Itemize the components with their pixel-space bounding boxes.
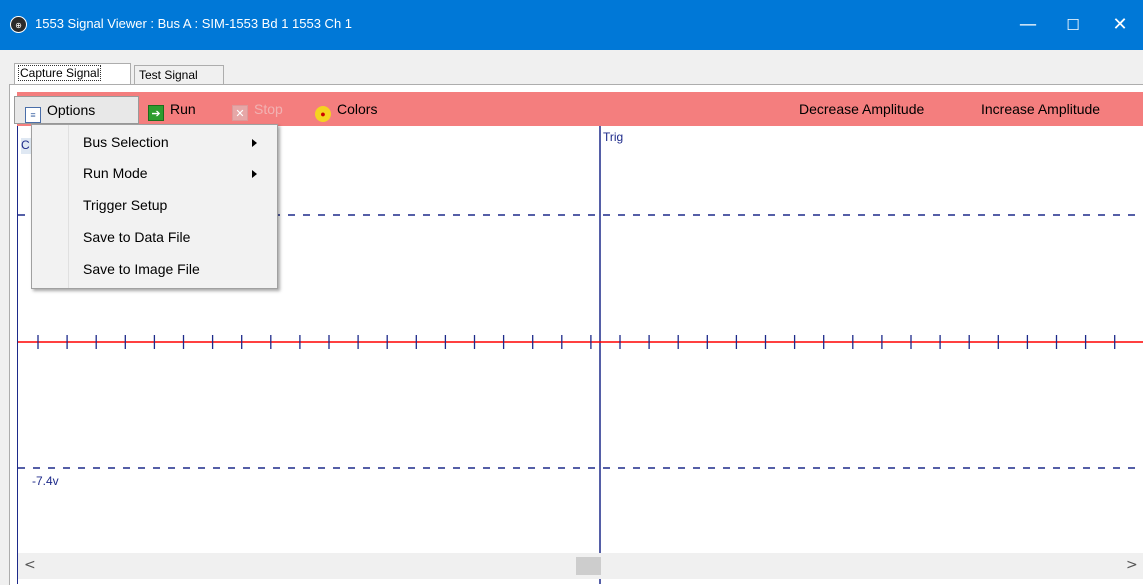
menu-item-trigger-setup[interactable]: Trigger Setup	[33, 190, 276, 221]
close-button[interactable]: ✕	[1097, 0, 1143, 50]
submenu-arrow-icon	[252, 139, 257, 147]
horizontal-scrollbar[interactable]: < >	[18, 553, 1143, 579]
tab-test-signal-label: Test Signal	[139, 68, 198, 82]
scroll-thumb[interactable]	[576, 557, 601, 575]
options-icon: ≡	[25, 107, 41, 123]
increase-amplitude-button[interactable]: Increase Amplitude	[981, 92, 1100, 126]
tab-test-signal[interactable]: Test Signal	[134, 65, 224, 84]
scroll-left-arrow[interactable]: <	[24, 557, 36, 573]
menu-item-label: Save to Data File	[83, 229, 191, 245]
menu-item-label: Trigger Setup	[83, 197, 168, 213]
options-menu: Bus Selection Run Mode Trigger Setup Sav…	[31, 124, 278, 289]
toolbar: ➔ Run ✕ Stop ● Colors Decrease Amplitude In…	[17, 92, 1143, 126]
options-label: Options	[47, 102, 96, 118]
menu-item-bus-selection[interactable]: Bus Selection	[33, 127, 276, 158]
palette-icon: ●	[315, 106, 331, 122]
run-button[interactable]: ➔ Run	[148, 92, 196, 126]
minimize-button[interactable]: —	[1005, 0, 1051, 50]
lower-voltage-label: -7.4v	[32, 474, 59, 488]
trigger-label: Trig	[603, 130, 624, 144]
menu-item-label: Run Mode	[83, 165, 148, 181]
stop-button[interactable]: ✕ Stop	[232, 92, 283, 126]
stop-label: Stop	[254, 101, 283, 117]
menu-item-label: Save to Image File	[83, 261, 200, 277]
decrease-amplitude-button[interactable]: Decrease Amplitude	[799, 92, 924, 126]
stop-icon: ✕	[232, 105, 248, 121]
title-bar: ⊕ 1553 Signal Viewer : Bus A : SIM-1553 …	[0, 0, 1143, 50]
app-icon[interactable]: ⊕	[10, 16, 27, 33]
window-title: 1553 Signal Viewer : Bus A : SIM-1553 Bd…	[35, 16, 353, 31]
tab-capture-signal-label: Capture Signal	[17, 65, 102, 81]
menu-item-save-data-file[interactable]: Save to Data File	[33, 222, 276, 253]
colors-label: Colors	[337, 101, 378, 117]
submenu-arrow-icon	[252, 170, 257, 178]
run-arrow-icon: ➔	[148, 105, 164, 121]
tab-capture-signal[interactable]: Capture Signal	[14, 63, 131, 84]
run-label: Run	[170, 101, 196, 117]
menu-item-label: Bus Selection	[83, 134, 169, 150]
options-button[interactable]: ≡ Options	[14, 96, 139, 124]
maximize-button[interactable]: ☐	[1050, 0, 1096, 50]
menu-item-save-image-file[interactable]: Save to Image File	[33, 254, 276, 285]
menu-item-run-mode[interactable]: Run Mode	[33, 158, 276, 189]
colors-button[interactable]: ● Colors	[315, 92, 377, 126]
scroll-right-arrow[interactable]: >	[1126, 557, 1138, 573]
